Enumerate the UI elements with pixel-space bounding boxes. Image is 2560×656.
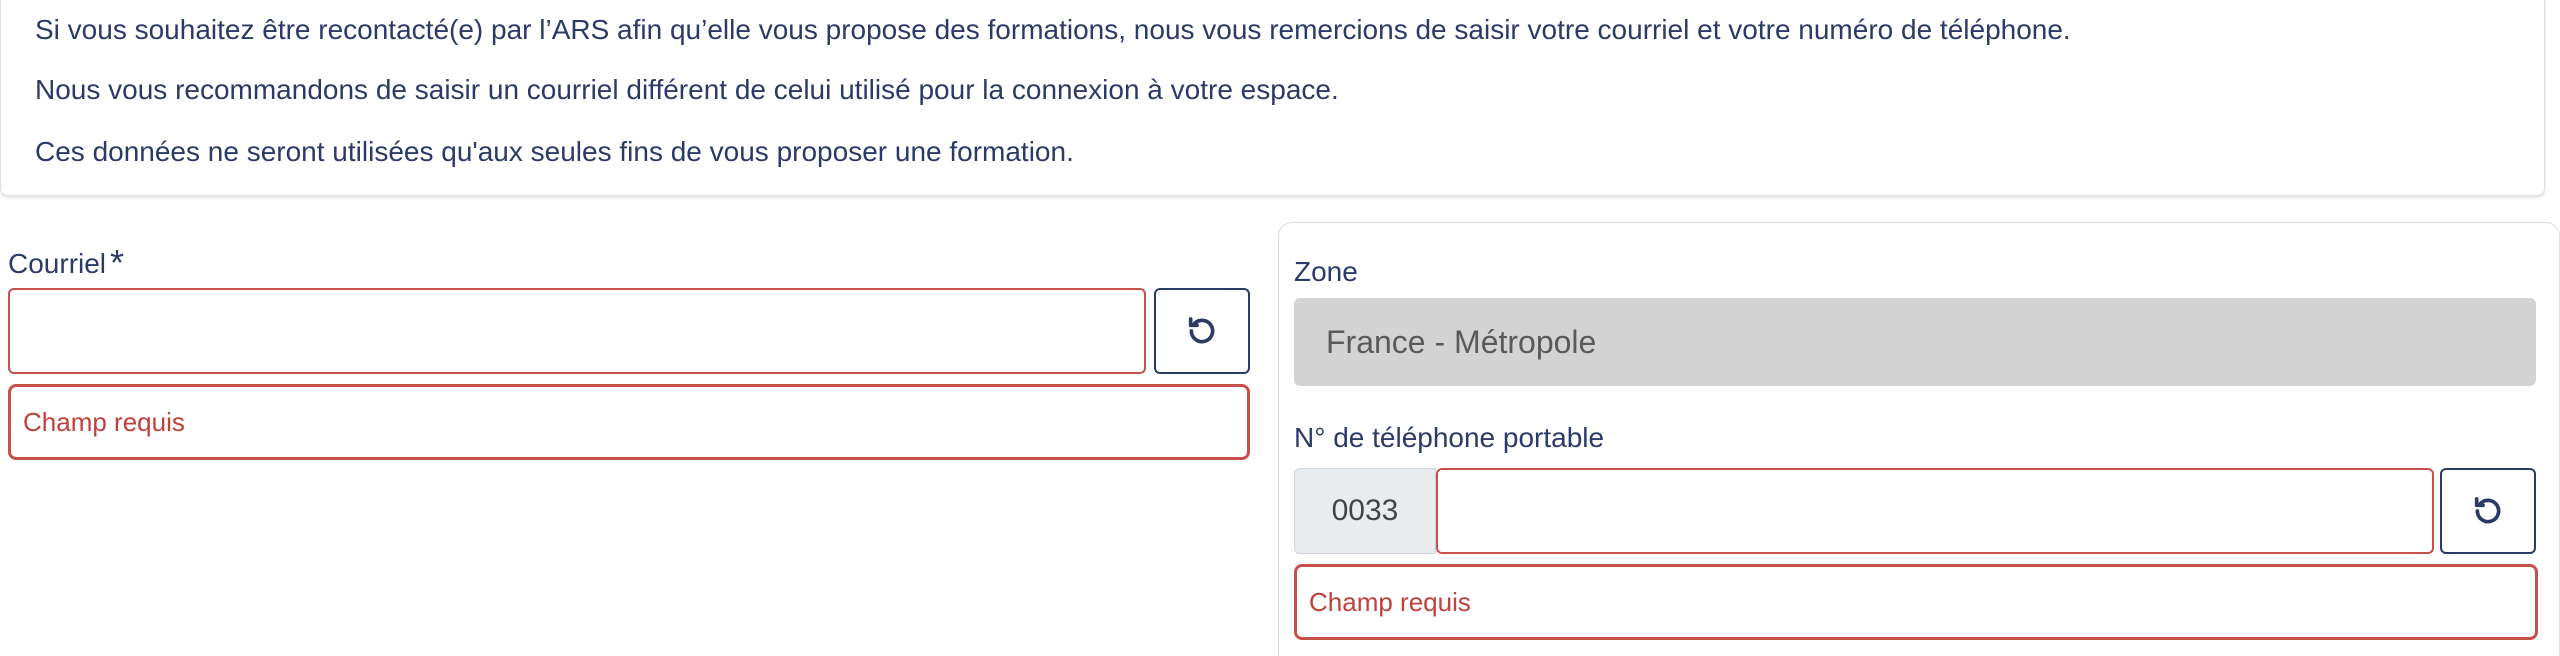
info-line-3: Ces données ne seront utilisées qu'aux s… bbox=[35, 136, 1074, 167]
phone-input[interactable] bbox=[1436, 468, 2434, 554]
required-asterisk: * bbox=[110, 242, 125, 283]
phone-reset-button[interactable] bbox=[2440, 468, 2536, 554]
reset-icon bbox=[2471, 494, 2505, 528]
email-label-text: Courriel bbox=[8, 248, 107, 279]
info-line-1: Si vous souhaitez être recontacté(e) par… bbox=[35, 14, 2071, 45]
phone-prefix: 0033 bbox=[1294, 468, 1436, 554]
reset-icon bbox=[1185, 314, 1219, 348]
phone-label: N° de téléphone portable bbox=[1294, 422, 1605, 453]
email-error-message: Champ requis bbox=[8, 384, 1250, 460]
phone-error-message: Champ requis bbox=[1294, 564, 2538, 640]
zone-select-disabled: France - Métropole bbox=[1294, 298, 2536, 386]
email-reset-button[interactable] bbox=[1154, 288, 1250, 374]
info-box: Si vous souhaitez être recontacté(e) par… bbox=[0, 0, 2545, 196]
email-input[interactable] bbox=[8, 288, 1146, 374]
email-label: Courriel * bbox=[8, 240, 125, 283]
info-line-2: Nous vous recommandons de saisir un cour… bbox=[35, 74, 1339, 105]
zone-label: Zone bbox=[1294, 256, 1358, 287]
contact-form-page: Si vous souhaitez être recontacté(e) par… bbox=[0, 0, 2560, 656]
